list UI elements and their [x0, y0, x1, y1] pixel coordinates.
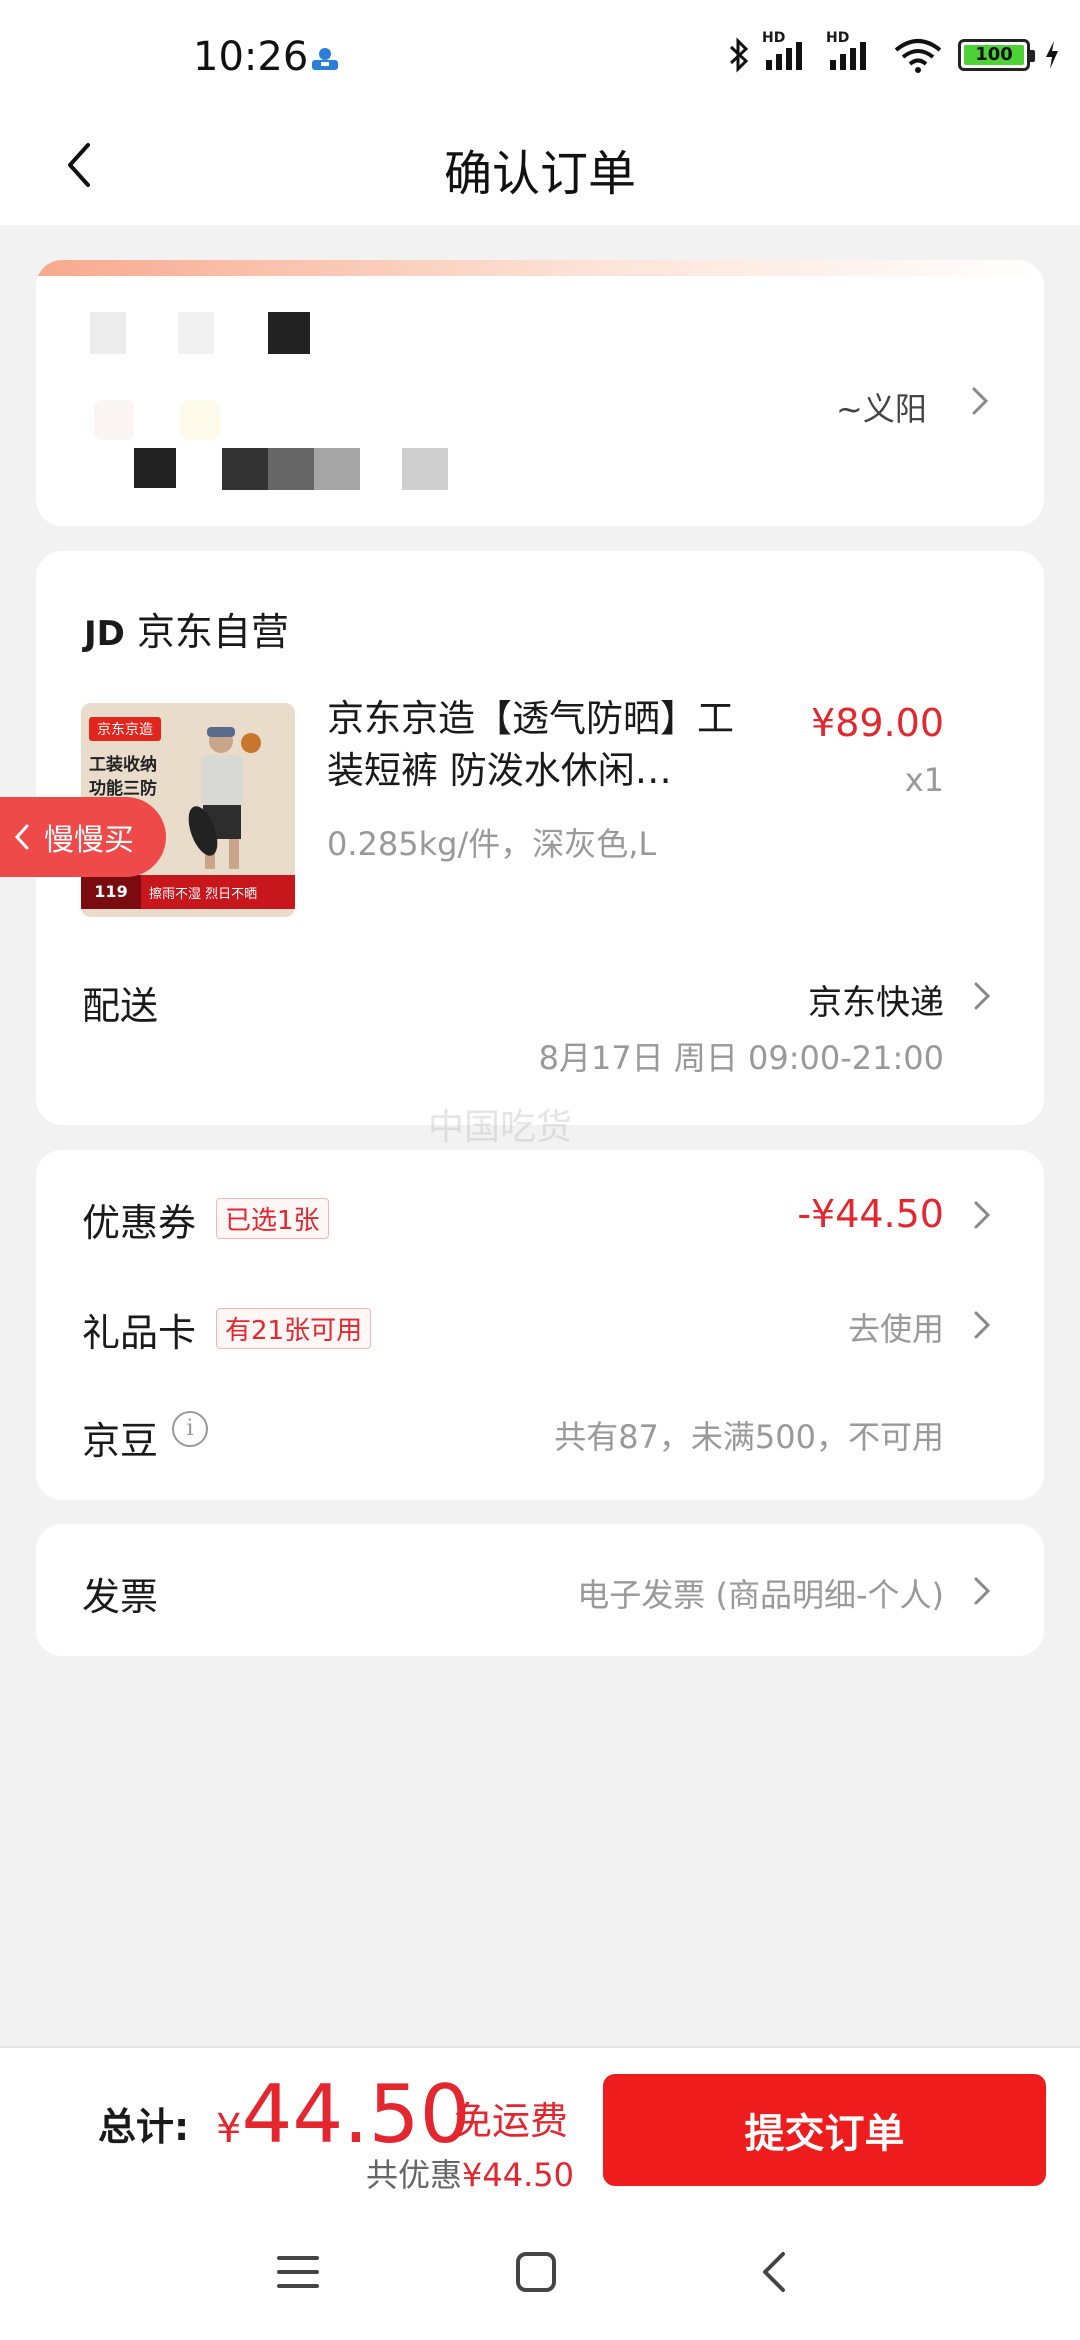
- saved-amount: 共优惠¥44.50: [366, 2150, 574, 2196]
- coupon-value[interactable]: -¥44.50: [797, 1192, 944, 1236]
- coupon-label: 优惠券: [82, 1201, 197, 1245]
- jingdou-value: 共有87，未满500，不可用: [554, 1418, 944, 1456]
- currency-symbol: ¥: [216, 2106, 242, 2152]
- thumb-price: 119: [81, 875, 141, 909]
- app-notification-icon: [312, 48, 338, 70]
- chevron-left-icon: [14, 824, 29, 850]
- redacted-block: [314, 448, 360, 490]
- home-square-icon: [516, 2252, 556, 2292]
- nav-back-icon: [763, 2252, 785, 2292]
- redacted-block: [402, 448, 448, 490]
- total-label: 总计:: [98, 2105, 190, 2149]
- info-icon[interactable]: i: [172, 1411, 208, 1447]
- giftcard-tag: 有21张可用: [216, 1308, 372, 1349]
- charging-icon: [1044, 39, 1060, 71]
- shipping-time: 8月17日 周日 09:00-21:00: [538, 1039, 944, 1077]
- hd-label-2: HD: [826, 30, 850, 46]
- status-time: 10:26: [193, 34, 309, 80]
- address-card[interactable]: ~义阳: [36, 260, 1044, 526]
- chevron-right-icon[interactable]: [972, 1576, 992, 1606]
- redacted-block: [134, 448, 176, 488]
- shipping-method[interactable]: 京东快递: [808, 975, 944, 1024]
- invoice-card[interactable]: 发票 电子发票 (商品明细-个人): [36, 1524, 1044, 1656]
- address-card-gradient: [36, 260, 1044, 276]
- product-quantity: x1: [904, 761, 944, 799]
- signal-icon-2: HD: [826, 30, 878, 72]
- giftcard-value[interactable]: 去使用: [848, 1304, 944, 1350]
- submit-order-button[interactable]: 提交订单: [603, 2074, 1046, 2186]
- redacted-block: [94, 400, 134, 440]
- invoice-value: 电子发票 (商品明细-个人): [577, 1576, 944, 1614]
- system-nav-bar: [0, 2220, 1080, 2320]
- bluetooth-icon: [728, 37, 750, 73]
- address-tail-text: ~义阳: [836, 390, 927, 428]
- shop-name-label: 京东自营: [136, 610, 289, 654]
- product-price: ¥89.00: [811, 701, 944, 745]
- jd-logo: JD: [84, 614, 125, 654]
- total-amount: 44.50: [241, 2068, 471, 2161]
- shop-name: JD 京东自营: [84, 601, 289, 656]
- slow-buy-label: 慢慢买: [44, 823, 134, 858]
- free-shipping-label: 免运费: [454, 2099, 569, 2143]
- model-figure-illustration: [188, 727, 261, 869]
- thumb-feature-text: 工装收纳 功能三防: [89, 753, 157, 801]
- home-button[interactable]: [506, 2242, 566, 2302]
- discount-card: 优惠券 已选1张 -¥44.50 礼品卡 有21张可用 去使用 京豆 i 共有8…: [36, 1150, 1044, 1500]
- redacted-block: [180, 400, 220, 440]
- wifi-icon: [892, 36, 944, 74]
- chevron-right-icon[interactable]: [972, 1310, 992, 1340]
- invoice-label: 发票: [82, 1575, 159, 1619]
- redacted-block: [178, 312, 214, 354]
- watermark-text: 中国吃货: [428, 1107, 573, 1148]
- jingdou-label: 京豆: [82, 1419, 159, 1463]
- menu-icon: [277, 2256, 319, 2288]
- thumb-line-1: 工装收纳: [89, 755, 157, 775]
- product-title[interactable]: 京东京造【透气防晒】工装短裤 防泼水休闲…: [327, 693, 767, 797]
- battery-icon: 100: [958, 39, 1035, 71]
- battery-level: 100: [964, 45, 1024, 65]
- redacted-block: [268, 312, 310, 354]
- redacted-block: [90, 312, 126, 354]
- product-spec: 0.285kg/件，深灰色,L: [327, 825, 657, 863]
- page-header: 确认订单: [0, 110, 1080, 225]
- menu-button[interactable]: [268, 2242, 328, 2302]
- thumb-price-strip: 119 擦雨不湿 烈日不晒: [81, 875, 295, 909]
- total-price: ¥44.50: [216, 2068, 470, 2161]
- coupon-tag: 已选1张: [216, 1198, 329, 1239]
- status-bar: 10:26 HD HD 100: [0, 0, 1080, 110]
- saved-prefix: 共优惠: [366, 2156, 463, 2194]
- chevron-right-icon[interactable]: [972, 981, 992, 1011]
- slow-buy-tab[interactable]: 慢慢买: [0, 797, 166, 877]
- shipping-label: 配送: [82, 984, 159, 1028]
- thumb-slogan: 擦雨不湿 烈日不晒: [149, 886, 258, 902]
- thumb-brand-tag: 京东京造: [89, 717, 161, 741]
- nav-back-button[interactable]: [744, 2242, 804, 2302]
- saved-value: ¥44.50: [462, 2156, 574, 2194]
- signal-icon: HD: [762, 30, 814, 72]
- redacted-block: [222, 448, 268, 490]
- page-title: 确认订单: [443, 146, 636, 202]
- chevron-right-icon: [972, 387, 989, 415]
- hd-label: HD: [762, 30, 786, 46]
- chevron-right-icon[interactable]: [972, 1200, 992, 1230]
- giftcard-label: 礼品卡: [82, 1311, 197, 1355]
- status-icons: HD HD 100: [728, 30, 1060, 74]
- redacted-block: [268, 448, 314, 490]
- product-card: JD 京东自营 京东京造 工装收纳 功能三防 119 擦雨不湿 烈日不晒 京东京造…: [36, 551, 1044, 1125]
